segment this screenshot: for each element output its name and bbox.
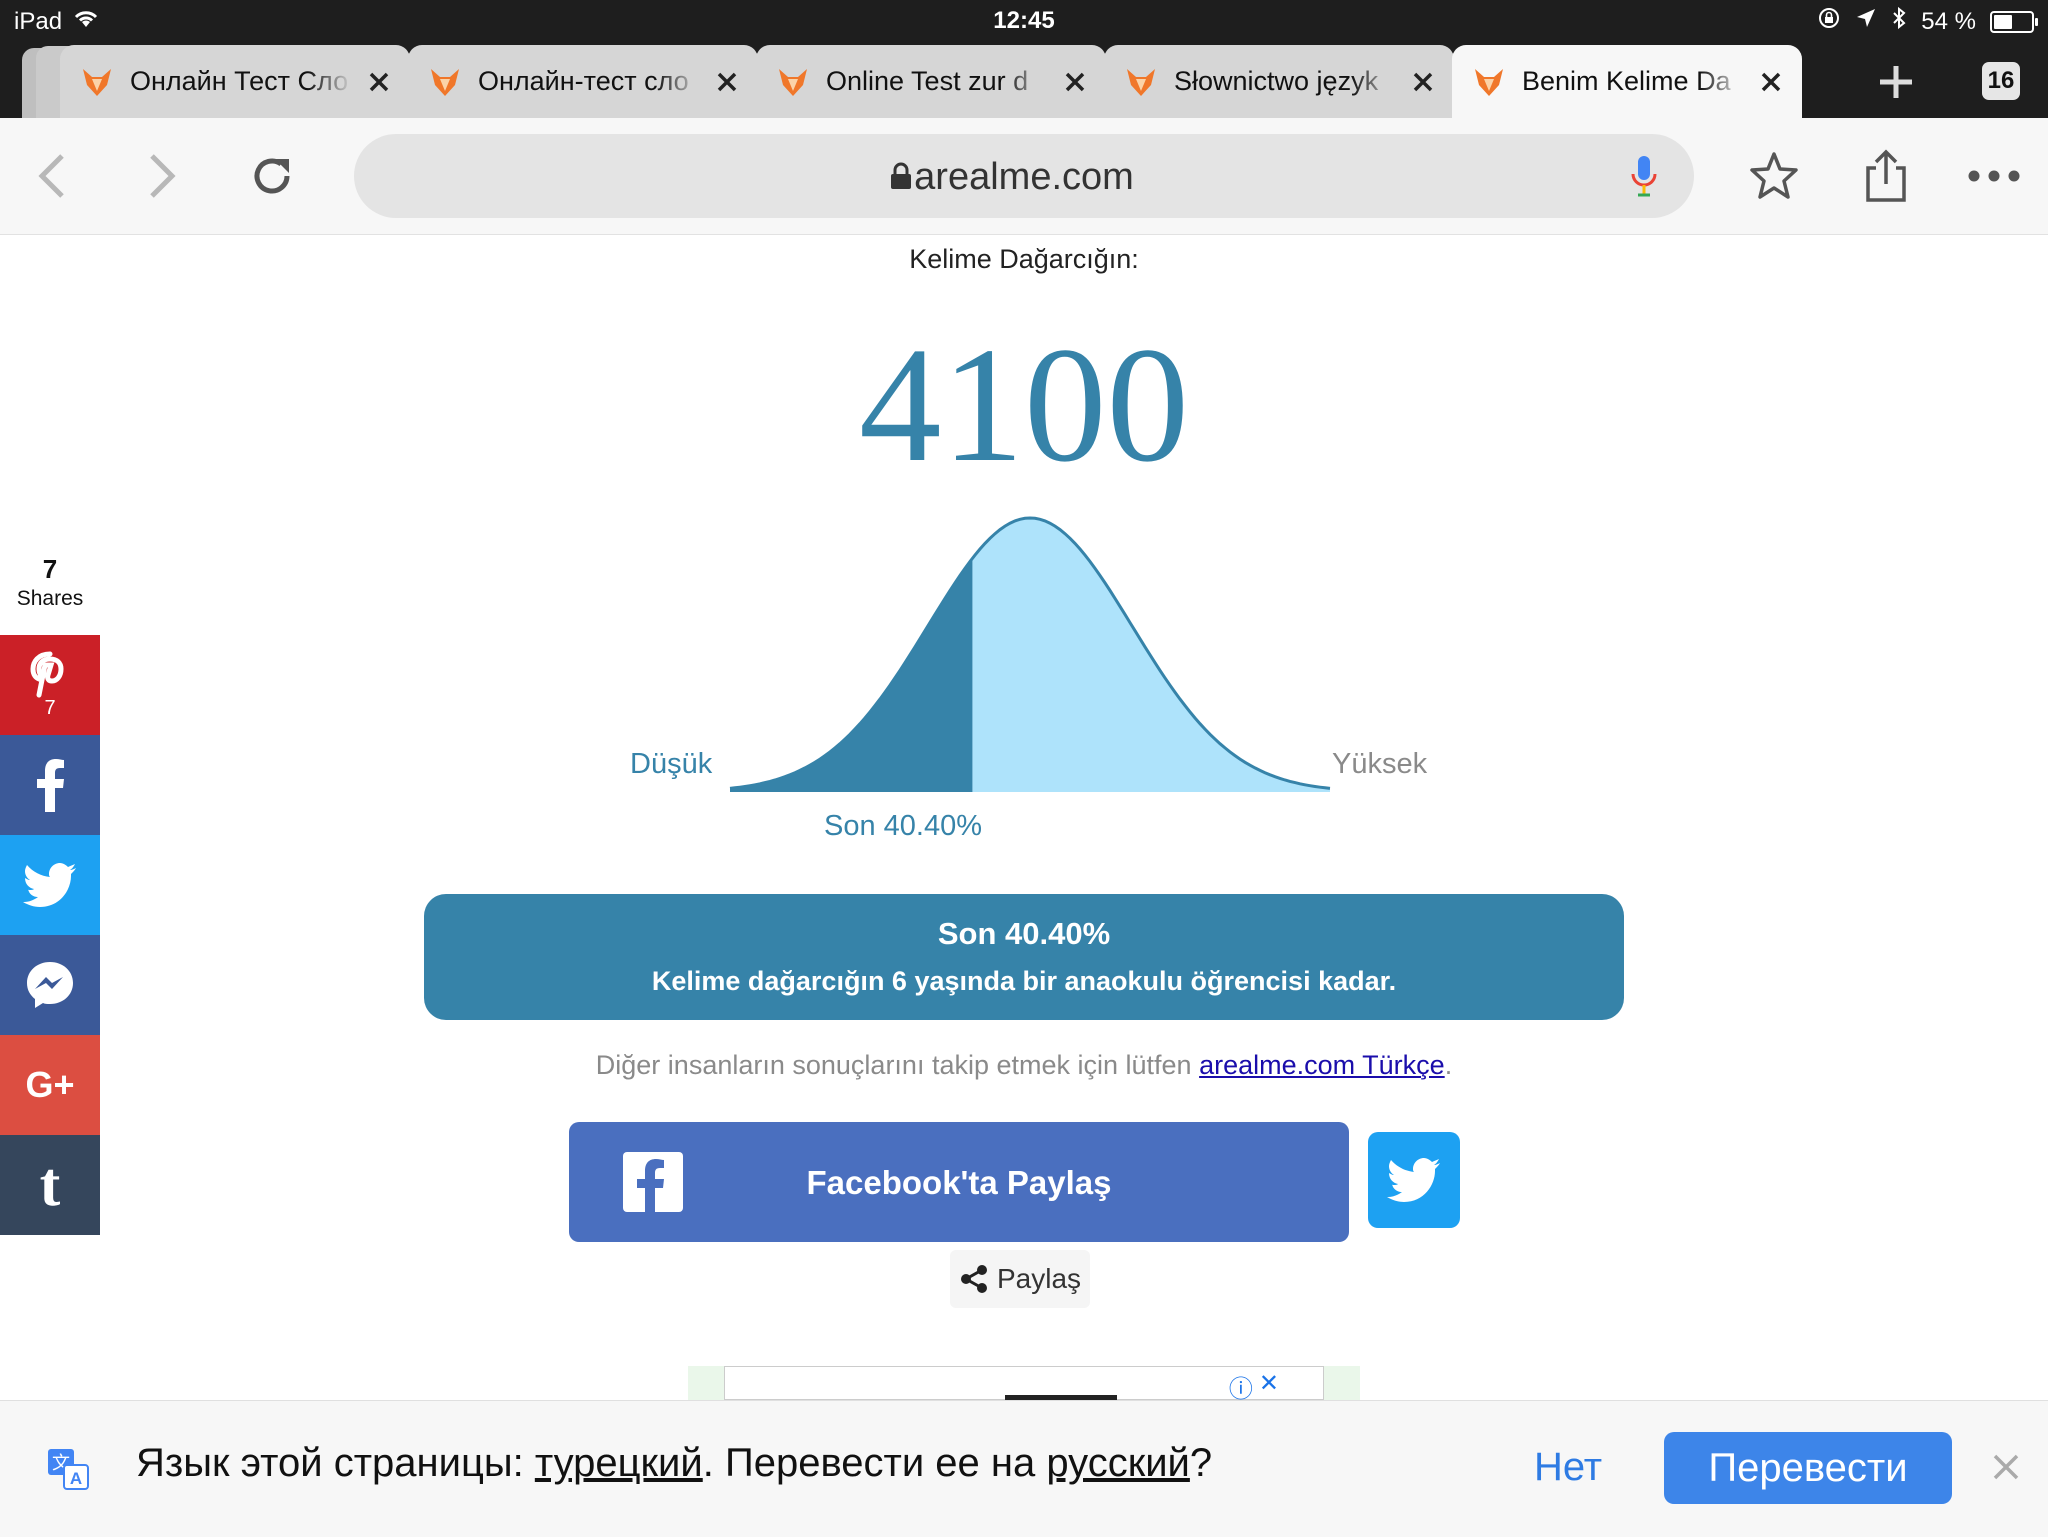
follow-text: Diğer insanların sonuçlarını takip etmek…	[595, 1050, 1192, 1080]
close-icon[interactable]	[712, 67, 742, 97]
tab-title: Słownictwo język	[1174, 66, 1379, 96]
pinterest-share-button[interactable]: 7	[0, 635, 100, 735]
translate-suffix: ?	[1189, 1441, 1213, 1485]
twitter-share-big-button[interactable]	[1368, 1132, 1460, 1228]
status-bar: iPad 12:45 54 %	[0, 0, 2048, 40]
ad-close-icon[interactable]: ✕	[1259, 1369, 1279, 1404]
url-text: arealme.com	[914, 156, 1134, 198]
tab-title: Онлайн Тест Сло	[130, 66, 349, 96]
star-icon	[1750, 152, 1798, 199]
close-icon[interactable]	[1756, 67, 1786, 97]
translate-button[interactable]: Перевести	[1664, 1432, 1952, 1504]
close-icon[interactable]	[1060, 67, 1090, 97]
close-icon[interactable]	[1408, 67, 1438, 97]
follow-link[interactable]: arealme.com Türkçe	[1199, 1050, 1445, 1080]
tumblr-icon: t	[39, 1151, 61, 1219]
decline-translate-button[interactable]: Нет	[1534, 1445, 1602, 1490]
share-count-number: 7	[42, 554, 58, 584]
tab-3[interactable]: Online Test zur d	[756, 45, 1106, 118]
facebook-share-big-button[interactable]: Facebook'ta Paylaş	[569, 1122, 1349, 1242]
share-counter: 7 Shares	[0, 554, 100, 611]
location-icon	[1855, 7, 1877, 36]
forward-button[interactable]	[134, 148, 190, 204]
tab-title: Online Test zur d	[826, 66, 1029, 96]
bookmark-button[interactable]	[1746, 148, 1802, 204]
follow-suffix: .	[1444, 1050, 1453, 1080]
close-icon[interactable]	[1990, 1451, 2022, 1483]
more-dots-icon	[1968, 170, 2020, 182]
translate-prompt: Язык этой страницы: турецкий. Перевести …	[136, 1441, 1212, 1486]
vocabulary-heading: Kelime Dağarcığın:	[909, 244, 1139, 274]
result-description: Kelime dağarcığın 6 yaşında bir anaokulu…	[651, 966, 1397, 996]
generic-share-button[interactable]: Paylaş	[950, 1250, 1090, 1308]
translate-prefix: Язык этой страницы:	[136, 1441, 535, 1485]
twitter-share-button[interactable]	[0, 835, 100, 935]
share-count-label: Shares	[16, 587, 84, 610]
reload-button[interactable]	[244, 148, 300, 204]
fox-favicon-icon	[779, 68, 807, 96]
fox-favicon-icon	[1127, 68, 1155, 96]
battery-percent: 54 %	[1921, 7, 1976, 35]
more-button[interactable]	[1966, 148, 2022, 204]
tab-count-button[interactable]: 16	[1982, 62, 2020, 100]
tab-title: Онлайн-тест сло	[478, 66, 689, 96]
rotation-lock-icon	[1817, 6, 1841, 37]
ad-banner: ⓘ ✕	[688, 1366, 1360, 1403]
tab-title: Benim Kelime Da	[1522, 66, 1731, 96]
tumblr-share-button[interactable]: t	[0, 1135, 100, 1235]
address-bar[interactable]: arealme.com	[354, 134, 1694, 218]
back-button[interactable]	[24, 148, 80, 204]
chevron-right-icon	[150, 154, 176, 198]
messenger-icon	[27, 962, 73, 1008]
facebook-icon	[37, 759, 64, 812]
microphone-icon[interactable]	[1630, 154, 1658, 198]
reload-icon	[254, 158, 290, 194]
ad-frame: ⓘ ✕	[724, 1366, 1324, 1403]
low-label: Düşük	[630, 748, 713, 780]
close-icon[interactable]	[364, 67, 394, 97]
ad-info-icon[interactable]: ⓘ	[1229, 1369, 1253, 1404]
twitter-icon	[1387, 1158, 1440, 1202]
share-icon	[1866, 149, 1906, 202]
svg-text:A: A	[70, 1469, 82, 1488]
plus-icon	[1880, 66, 1912, 98]
fox-favicon-icon	[1475, 68, 1503, 96]
facebook-share-label: Facebook'ta Paylaş	[806, 1164, 1112, 1201]
high-label: Yüksek	[1332, 748, 1428, 780]
translate-bar: 文 A Язык этой страницы: турецкий. Переве…	[0, 1400, 2048, 1537]
tab-1[interactable]: Онлайн Тест Сло	[60, 45, 410, 118]
browser-toolbar: arealme.com	[0, 118, 2048, 235]
tab-bar: Онлайн Тест Сло Онлайн-тест сло Online T…	[0, 40, 2048, 118]
follow-line: Diğer insanların sonuçlarını takip etmek…	[0, 1050, 2048, 1081]
chevron-left-icon	[38, 154, 64, 198]
messenger-share-button[interactable]	[0, 935, 100, 1035]
source-language-link[interactable]: турецкий	[535, 1441, 703, 1485]
result-box: Son 40.40% Kelime dağarcığın 6 yaşında b…	[424, 894, 1624, 1020]
share-button[interactable]	[1858, 148, 1914, 204]
facebook-share-button[interactable]	[0, 735, 100, 835]
new-tab-button[interactable]	[1870, 56, 1922, 108]
translate-icon: 文 A	[48, 1449, 89, 1490]
bluetooth-icon	[1891, 6, 1907, 37]
pinterest-icon	[30, 651, 64, 697]
translate-middle: . Перевести ее на	[702, 1441, 1047, 1485]
distribution-upper-area	[730, 518, 1330, 792]
pinterest-count: 7	[44, 696, 56, 719]
result-title: Son 40.40%	[937, 916, 1111, 951]
twitter-icon	[23, 863, 76, 907]
distribution-curve	[729, 516, 1331, 792]
battery-icon	[1990, 10, 2038, 33]
target-language-link[interactable]: русский	[1046, 1441, 1190, 1485]
clock: 12:45	[993, 7, 1055, 34]
fox-favicon-icon	[83, 68, 111, 96]
tab-5-active[interactable]: Benim Kelime Da	[1452, 45, 1802, 118]
share-nodes-icon	[960, 1265, 987, 1293]
tab-2[interactable]: Онлайн-тест сло	[408, 45, 758, 118]
generic-share-label: Paylaş	[996, 1263, 1082, 1294]
percentile-label: Son 40.40%	[824, 810, 983, 842]
tab-4[interactable]: Słownictwo język	[1104, 45, 1454, 118]
fox-favicon-icon	[431, 68, 459, 96]
vocabulary-score: 4100	[859, 313, 1189, 496]
